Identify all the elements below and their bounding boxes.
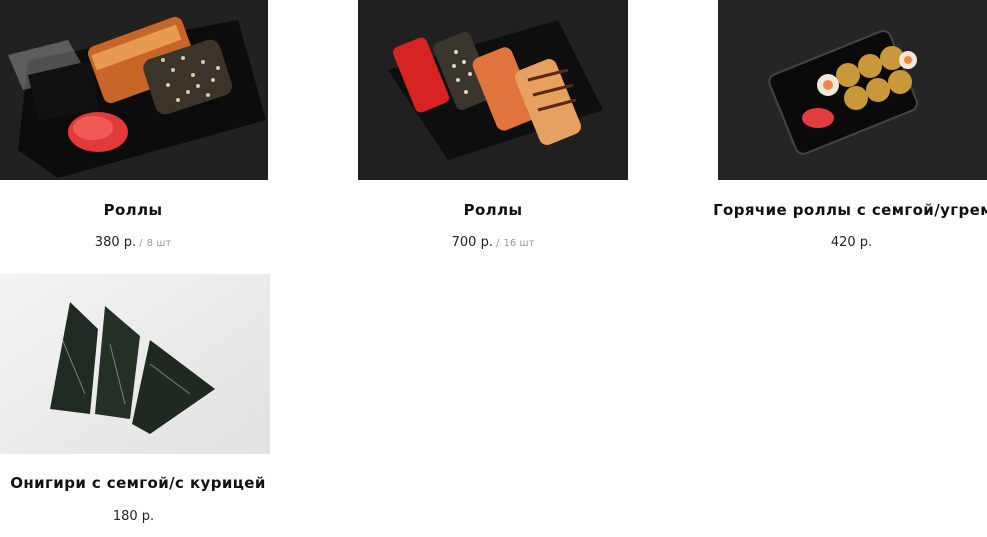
product-card[interactable]: Роллы 700 р./ 16 шт xyxy=(358,0,628,250)
quantity-label: 8 шт xyxy=(146,238,172,249)
product-price: 380 р./ 8 шт xyxy=(0,235,268,250)
quantity-label: 16 шт xyxy=(503,238,535,249)
product-title[interactable]: Роллы xyxy=(0,201,328,219)
price-value: 420 р. xyxy=(830,235,873,250)
quantity-separator: / xyxy=(139,238,143,249)
price-value: 180 р. xyxy=(112,509,155,524)
product-image[interactable] xyxy=(0,274,270,454)
product-image[interactable] xyxy=(358,0,628,180)
product-price: 700 р./ 16 шт xyxy=(358,235,628,250)
product-card[interactable]: Горячие роллы с семгой/угрем 420 р. xyxy=(713,0,987,250)
product-image[interactable] xyxy=(0,0,268,180)
product-card[interactable]: Роллы 380 р./ 8 шт xyxy=(0,0,268,250)
quantity-separator: / xyxy=(495,238,500,249)
product-image[interactable] xyxy=(718,0,987,180)
product-price: 420 р. xyxy=(718,235,987,250)
product-title[interactable]: Горячие роллы с семгой/угрем xyxy=(658,201,987,219)
product-title[interactable]: Онигири с семгой/с курицей xyxy=(0,474,333,492)
price-value: 700 р. xyxy=(451,235,493,250)
product-card[interactable]: Онигири с семгой/с курицей 180 р. xyxy=(0,274,270,524)
product-title[interactable]: Роллы xyxy=(298,201,688,219)
price-value: 380 р. xyxy=(94,235,137,250)
product-price: 180 р. xyxy=(0,509,270,524)
